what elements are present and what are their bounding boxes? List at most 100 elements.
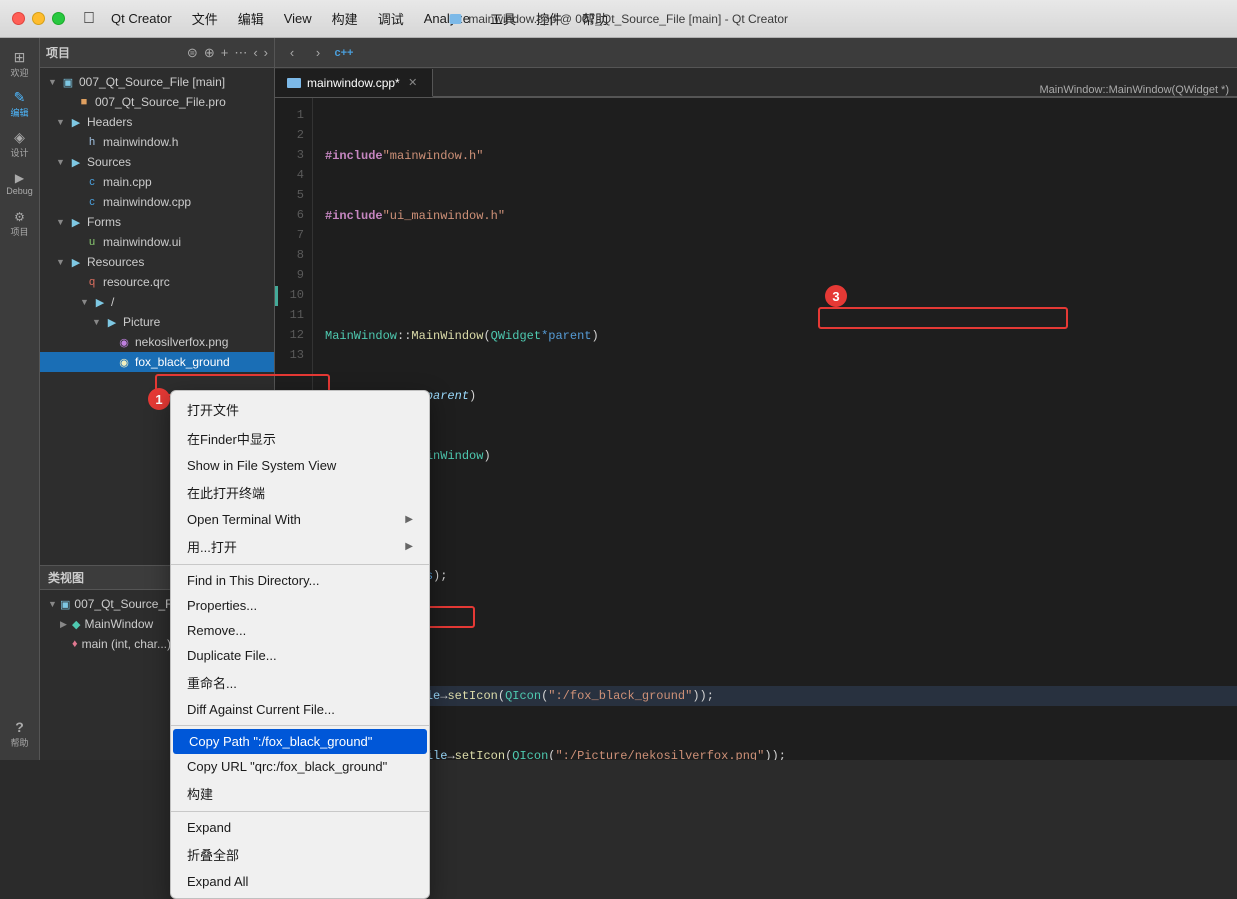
tree-item-nekosilverfox[interactable]: ◉ nekosilverfox.png [40,332,274,352]
qrc-file-icon: q [84,276,100,288]
ctx-open-terminal-with[interactable]: Open Terminal With ▶ [171,507,429,532]
menu-debug[interactable]: 调试 [368,5,414,32]
ui-file-icon: u [84,236,100,248]
code-line-11: ui→actionEditFile→setIcon(QIcon(":/Pictu… [325,746,1237,760]
cv-label: 007_Qt_Source_F... [74,597,181,611]
tree-item-mainwindow-cpp[interactable]: c mainwindow.cpp [40,192,274,212]
sources-folder-icon: ▶ [68,156,84,169]
ctx-copy-path[interactable]: Copy Path ":/fox_black_ground" [173,729,427,754]
ctx-show-finder[interactable]: 在Finder中显示 [171,424,429,453]
link-icon[interactable]: ⊕ [204,45,215,61]
apple-menu[interactable]:  [83,10,95,28]
ctx-show-filesystem[interactable]: Show in File System View [171,453,429,478]
sidebar-item-welcome[interactable]: ⊞ 欢迎 [2,46,38,82]
tab-mainwindow-cpp[interactable]: mainwindow.cpp* ✕ [275,69,433,97]
menu-build[interactable]: 构建 [322,5,368,32]
sidebar-item-edit[interactable]: ✎ 编辑 [2,86,38,122]
ctx-open-file[interactable]: 打开文件 [171,395,429,424]
close-button[interactable] [12,12,25,25]
traffic-lights [12,12,65,25]
ctx-open-open[interactable]: 用...打开 ▶ [171,532,429,561]
ctx-find-dir[interactable]: Find in This Directory... [171,568,429,593]
tree-label: Picture [123,315,160,329]
code-line-2: #include "ui_mainwindow.h" [325,206,1237,226]
tree-label: Resources [87,255,144,269]
nav-back-btn[interactable]: ‹ [281,42,303,64]
tab-close-btn[interactable]: ✕ [406,76,420,90]
resources-folder-icon: ▶ [68,256,84,269]
tree-label: Sources [87,155,131,169]
nav-back-icon[interactable]: ‹ [253,45,257,60]
settings-icon[interactable]: ⋯ [234,45,247,61]
code-line-4: MainWindow::MainWindow(QWidget *parent) [325,326,1237,346]
ctx-properties[interactable]: Properties... [171,593,429,618]
sidebar-item-project[interactable]: ⚙ 项目 [2,206,38,242]
ctx-expand-all[interactable]: Expand All [171,869,429,894]
ctx-diff[interactable]: Diff Against Current File... [171,697,429,722]
tree-item-forms[interactable]: ▼ ▶ Forms [40,212,274,232]
code-content[interactable]: #include "mainwindow.h" #include "ui_mai… [313,98,1237,760]
ctx-collapse-all[interactable]: 折叠全部 [171,840,429,869]
code-line-1: #include "mainwindow.h" [325,146,1237,166]
tree-item-headers[interactable]: ▼ ▶ Headers [40,112,274,132]
tree-item-pro[interactable]: ■ 007_Qt_Source_File.pro [40,92,274,112]
tree-label: main.cpp [103,175,152,189]
folder-icon: ▶ [68,116,84,129]
menu-view[interactable]: View [274,7,322,30]
ctx-build[interactable]: 构建 [171,779,429,808]
welcome-icon: ⊞ [14,50,26,64]
ctx-sep-2 [171,725,429,726]
tree-label: fox_black_ground [135,355,230,369]
sidebar-item-debug[interactable]: ▶ Debug [2,166,38,202]
sidebar-item-design[interactable]: ◈ 设计 [2,126,38,162]
code-line-8: ui→setupUi(this); [325,566,1237,586]
ctx-copy-url[interactable]: Copy URL "qrc:/fox_black_ground" [171,754,429,779]
tree-item-fox-black-ground[interactable]: ◉ fox_black_ground [40,352,274,372]
ctx-expand[interactable]: Expand [171,815,429,840]
nav-fwd-icon[interactable]: › [264,45,268,60]
ctx-remove[interactable]: Remove... [171,618,429,643]
add-icon[interactable]: + [221,45,229,60]
minimize-button[interactable] [32,12,45,25]
tree-item-sources[interactable]: ▼ ▶ Sources [40,152,274,172]
tree-label: resource.qrc [103,275,170,289]
project-icon: ⚙ [14,211,25,223]
sidebar-item-help[interactable]: ? 帮助 [2,716,38,752]
ctx-open-terminal[interactable]: 在此打开终端 [171,478,429,507]
badge-1: 1 [148,388,170,410]
picture-folder-icon: ▶ [104,316,120,329]
nav-fwd-btn[interactable]: › [307,42,329,64]
project-folder-icon: ▣ [60,76,76,89]
ctx-rename[interactable]: 重命名... [171,668,429,697]
tree-label: 007_Qt_Source_File [main] [79,75,225,89]
tree-item-picture[interactable]: ▼ ▶ Picture [40,312,274,332]
ln-10: 10 [275,286,312,306]
submenu-arrow: ▶ [405,514,413,525]
sidebar-edit-label: 编辑 [10,106,28,119]
cpp-indicator: c++ [333,42,355,64]
sidebar-help-label: 帮助 [10,736,28,749]
tree-item-resources[interactable]: ▼ ▶ Resources [40,252,274,272]
slash-folder-icon: ▶ [92,296,108,309]
ln-7: 7 [275,226,312,246]
ctx-duplicate[interactable]: Duplicate File... [171,643,429,668]
submenu-arrow-2: ▶ [405,541,413,552]
code-line-9 [325,626,1237,646]
menu-file[interactable]: 文件 [182,5,228,32]
ln-9: 9 [275,266,312,286]
ln-2: 2 [275,126,312,146]
ln-14 [275,366,312,386]
tree-item-mainwindow-h[interactable]: h mainwindow.h [40,132,274,152]
tab-file-icon [287,78,301,88]
menu-qtcreator[interactable]: Qt Creator [101,7,182,30]
menu-edit[interactable]: 编辑 [228,5,274,32]
tree-item-mainwindow-ui[interactable]: u mainwindow.ui [40,232,274,252]
cv-label: MainWindow [84,617,153,631]
sidebar-debug-label: Debug [6,186,33,196]
filter-icon[interactable]: ⊜ [187,45,198,61]
tree-item-slash[interactable]: ▼ ▶ / [40,292,274,312]
tree-item-resource-qrc[interactable]: q resource.qrc [40,272,274,292]
tree-item-main-cpp[interactable]: c main.cpp [40,172,274,192]
maximize-button[interactable] [52,12,65,25]
tree-item-root[interactable]: ▼ ▣ 007_Qt_Source_File [main] [40,72,274,92]
